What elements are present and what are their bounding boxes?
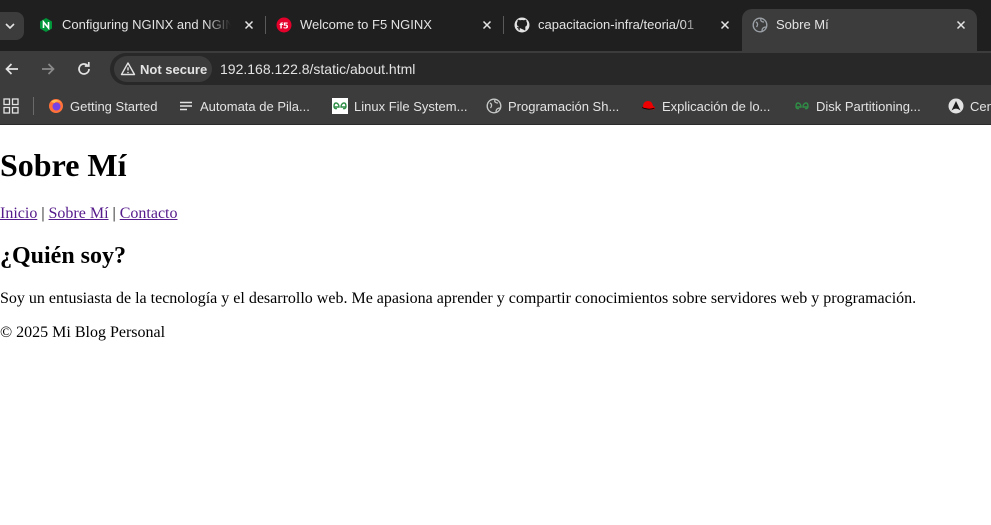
bookmark-cen[interactable]: Cen — [948, 97, 991, 115]
bookmark-label: Getting Started — [70, 98, 158, 114]
nginx-icon — [40, 18, 52, 32]
back-icon[interactable] — [2, 59, 22, 79]
bookmark-label: Automata de Pila... — [200, 98, 310, 114]
tab-capacitacion-infra[interactable]: capacitacion-infra/teoria/01 — [504, 9, 741, 41]
page-footer: © 2025 Mi Blog Personal — [0, 324, 166, 341]
site-nav: Inicio | Sobre Mí | Contacto — [0, 205, 178, 223]
bookmark-getting-started[interactable]: Getting Started — [48, 97, 157, 115]
bookmark-explicacion-de-lo[interactable]: Explicación de lo... — [640, 97, 770, 115]
bookmark-automata-de-pila[interactable]: Automata de Pila... — [178, 97, 310, 115]
tab-configuring-nginx[interactable]: Configuring NGINX and NGINX Plus — [28, 9, 265, 41]
bookmarks-bar: Getting Started Automata de Pila... Linu… — [0, 87, 991, 125]
site-info-button[interactable]: Not secure — [114, 56, 212, 82]
bookmark-label: Programación Sh... — [508, 98, 620, 114]
bookmark-linux-file-system[interactable]: Linux File System... — [332, 97, 467, 115]
nav-link-sobre-mi[interactable]: Sobre Mí — [49, 205, 109, 222]
close-icon[interactable] — [717, 17, 733, 33]
globe-icon — [486, 98, 502, 114]
firefox-icon — [49, 99, 63, 113]
geeksforgeeks-icon — [332, 98, 348, 114]
nav-link-inicio[interactable]: Inicio — [0, 205, 37, 222]
apps-grid-icon[interactable] — [3, 98, 19, 114]
close-icon[interactable] — [953, 17, 969, 33]
github-icon — [514, 17, 530, 33]
tab-sobre-mi[interactable]: Sobre Mí — [742, 9, 977, 51]
nav-link-contacto[interactable]: Contacto — [120, 205, 178, 222]
nav-separator: | — [37, 205, 49, 222]
tab-strip: Configuring NGINX and NGINX Plus f5 Welc… — [0, 0, 991, 51]
tab-title: Welcome to F5 NGINX — [300, 17, 432, 32]
tab-title: capacitacion-infra/teoria/01 — [538, 17, 695, 32]
reload-icon[interactable] — [74, 59, 94, 79]
svg-text:f5: f5 — [279, 22, 288, 31]
bookmark-disk-partitioning[interactable]: Disk Partitioning... — [794, 97, 921, 115]
close-icon[interactable] — [479, 17, 495, 33]
bookmark-label: Disk Partitioning... — [816, 98, 921, 114]
bookmark-label: Explicación de lo... — [662, 98, 771, 114]
lines-icon — [180, 101, 192, 111]
bookmark-programacion-sh[interactable]: Programación Sh... — [486, 97, 619, 115]
tab-welcome-f5-nginx[interactable]: f5 Welcome to F5 NGINX — [266, 9, 503, 41]
geeksforgeeks-icon — [795, 102, 809, 110]
browser-toolbar: Not secure 192.168.122.8/static/about.ht… — [0, 51, 991, 87]
bookmark-label: Linux File System... — [354, 98, 468, 114]
globe-icon — [752, 17, 768, 33]
bookmarks-divider — [33, 97, 34, 115]
section-heading: ¿Quién soy? — [0, 243, 127, 269]
forward-icon[interactable] — [38, 59, 58, 79]
about-paragraph: Soy un entusiasta de la tecnología y el … — [0, 290, 917, 307]
warning-icon — [120, 62, 136, 76]
bookmark-label: Cen — [970, 98, 991, 114]
arch-icon — [948, 98, 964, 114]
tab-search-button[interactable] — [0, 12, 24, 40]
address-bar[interactable]: Not secure 192.168.122.8/static/about.ht… — [110, 53, 991, 85]
url-text[interactable]: 192.168.122.8/static/about.html — [220, 61, 415, 77]
security-label: Not secure — [140, 61, 208, 77]
redhat-icon — [641, 101, 656, 110]
f5-icon: f5 — [276, 17, 292, 33]
close-icon[interactable] — [241, 17, 257, 33]
tab-title: Sobre Mí — [776, 17, 829, 32]
chevron-down-icon — [5, 23, 15, 30]
tab-title: Configuring NGINX and NGINX Plus — [62, 17, 231, 32]
page-title: Sobre Mí — [0, 147, 127, 183]
nav-separator: | — [108, 205, 120, 222]
page-content: Sobre Mí Inicio | Sobre Mí | Contacto ¿Q… — [0, 126, 991, 525]
